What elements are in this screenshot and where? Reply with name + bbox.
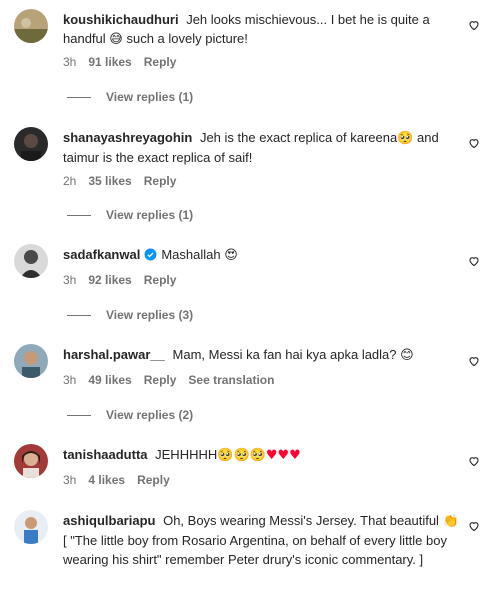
comment-body-continued: such a lovely picture! xyxy=(126,31,248,46)
avatar[interactable] xyxy=(14,344,48,378)
comment-text: harshal.pawar__ Mam, Messi ka fan hai ky… xyxy=(63,345,459,365)
avatar[interactable] xyxy=(14,444,48,478)
username[interactable]: ashiqulbariapu xyxy=(63,513,155,528)
heart-outline-icon[interactable] xyxy=(468,455,480,467)
heart-outline-icon[interactable] xyxy=(468,520,480,532)
avatar[interactable] xyxy=(14,127,48,161)
username[interactable]: koushikichaudhuri xyxy=(63,12,179,27)
heart-outline-icon[interactable] xyxy=(468,355,480,367)
heart-outline-icon[interactable] xyxy=(468,137,480,149)
comment-body: Jeh is the exact replica of kareena xyxy=(199,130,398,145)
username[interactable]: tanishaadutta xyxy=(63,447,148,462)
likes-count[interactable]: 4 likes xyxy=(88,473,125,487)
comment-text: tanishaadutta JEHHHHH🥺🥺🥺♥♥♥ xyxy=(63,445,459,465)
reply-button[interactable]: Reply xyxy=(144,273,177,287)
likes-count[interactable]: 35 likes xyxy=(88,174,131,188)
comment-body: Mam, Messi ka fan hai kya apka ladla? xyxy=(172,347,397,362)
timestamp: 3h xyxy=(63,373,77,387)
view-replies-button[interactable]: View replies (2) xyxy=(67,408,193,422)
reply-button[interactable]: Reply xyxy=(144,174,177,188)
likes-count[interactable]: 92 likes xyxy=(88,273,131,287)
view-replies-button[interactable]: View replies (1) xyxy=(67,90,193,104)
comment-text: shanayashreyagohin Jeh is the exact repl… xyxy=(63,128,459,167)
avatar[interactable] xyxy=(14,244,48,278)
divider xyxy=(67,315,91,317)
view-replies-button[interactable]: View replies (1) xyxy=(67,208,193,222)
see-translation-button[interactable]: See translation xyxy=(188,373,274,387)
comment-meta: 3h 4 likes Reply xyxy=(63,473,182,487)
emoji: 🥺🥺🥺 xyxy=(217,448,266,463)
timestamp: 3h xyxy=(63,473,77,487)
comment-body: JEHHHHH xyxy=(155,447,218,462)
comment-body-continued: [ "The little boy from Rosario Argentina… xyxy=(63,533,447,567)
reply-button[interactable]: Reply xyxy=(137,473,170,487)
verified-badge-icon xyxy=(144,248,157,261)
emoji: 😍 xyxy=(224,248,238,263)
comment-text: ashiqulbariapu Oh, Boys wearing Messi's … xyxy=(63,511,459,569)
timestamp: 3h xyxy=(63,273,77,287)
divider xyxy=(67,215,91,217)
reply-button[interactable]: Reply xyxy=(144,55,177,69)
emoji: 😊 xyxy=(400,348,414,363)
divider xyxy=(67,97,91,99)
likes-count[interactable]: 49 likes xyxy=(88,373,131,387)
username[interactable]: sadafkanwal xyxy=(63,247,140,262)
emoji: 😅 xyxy=(109,32,123,47)
timestamp: 2h xyxy=(63,174,77,188)
comment-text: sadafkanwal Mashallah 😍 xyxy=(63,245,459,265)
comment-body: Oh, Boys wearing Messi's Jersey. That be… xyxy=(163,513,439,528)
heart-outline-icon[interactable] xyxy=(468,255,480,267)
comment-meta: 3h 49 likes Reply See translation xyxy=(63,373,286,387)
comment-meta: 3h 91 likes Reply xyxy=(63,55,188,69)
emoji: 👏 xyxy=(442,514,459,529)
username[interactable]: harshal.pawar__ xyxy=(63,347,165,362)
divider xyxy=(67,415,91,417)
comment-meta: 2h 35 likes Reply xyxy=(63,174,188,188)
timestamp: 3h xyxy=(63,55,77,69)
avatar[interactable] xyxy=(14,9,48,43)
username[interactable]: shanayashreyagohin xyxy=(63,130,192,145)
reply-button[interactable]: Reply xyxy=(144,373,177,387)
comment-body: Mashallah xyxy=(161,247,221,262)
emoji: 🥺 xyxy=(397,131,414,146)
comment-text: koushikichaudhuri Jeh looks mischievous.… xyxy=(63,10,459,49)
avatar[interactable] xyxy=(14,510,48,544)
comment-meta: 3h 92 likes Reply xyxy=(63,273,188,287)
heart-outline-icon[interactable] xyxy=(468,19,480,31)
view-replies-button[interactable]: View replies (3) xyxy=(67,308,193,322)
likes-count[interactable]: 91 likes xyxy=(88,55,131,69)
red-hearts: ♥♥♥ xyxy=(265,448,301,463)
